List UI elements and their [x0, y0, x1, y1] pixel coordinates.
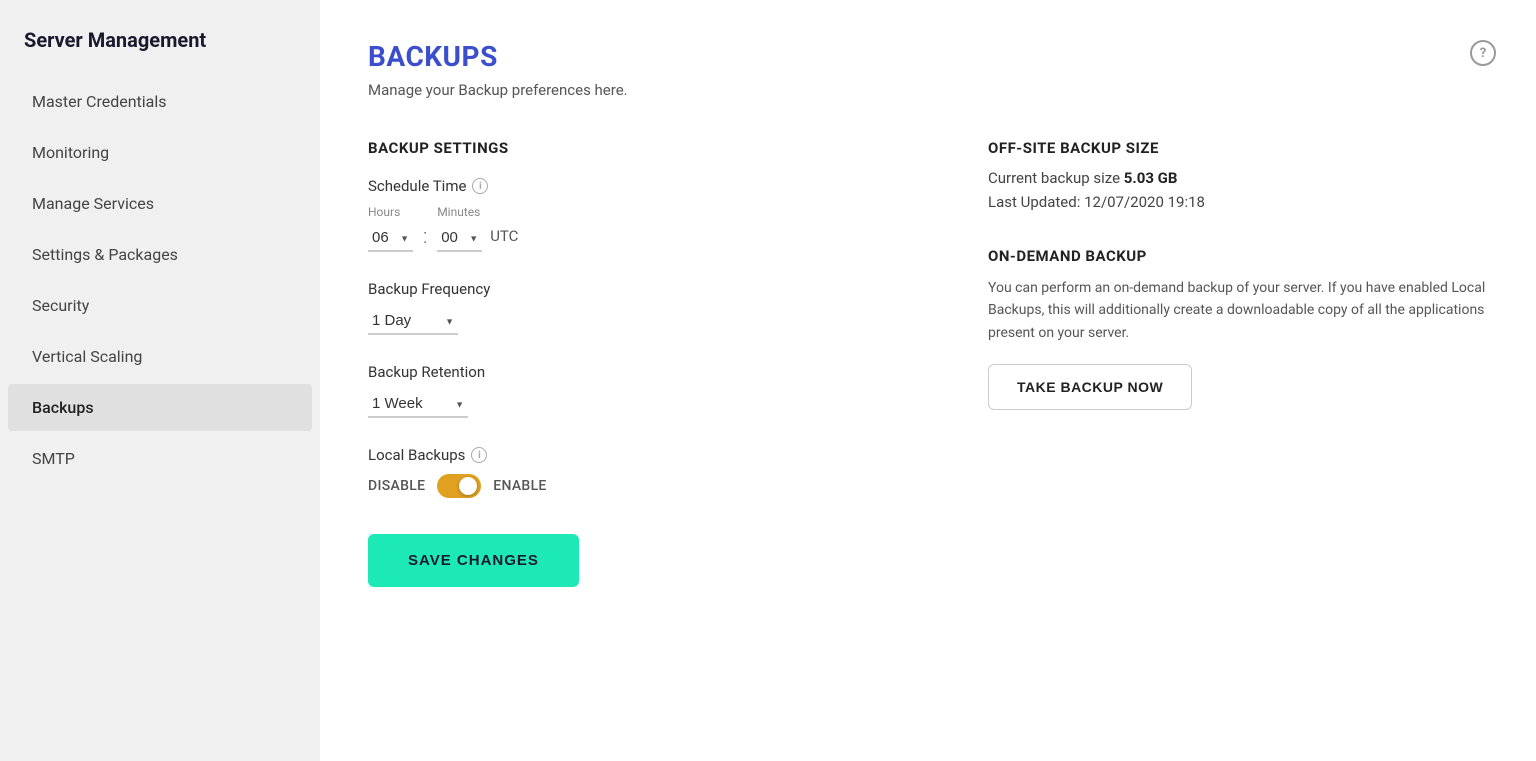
sidebar-item-settings-packages[interactable]: Settings & Packages — [8, 231, 312, 278]
offsite-title: OFF-SITE BACKUP SIZE — [988, 139, 1488, 157]
minutes-group: Minutes 00 15 30 45 — [437, 205, 482, 252]
backup-retention-select[interactable]: 1 Week 2 Weeks 3 Weeks 4 Weeks — [368, 391, 468, 418]
main-content: ? BACKUPS Manage your Backup preferences… — [320, 0, 1536, 761]
page-subtitle: Manage your Backup preferences here. — [368, 81, 1488, 99]
schedule-time-info-icon[interactable]: i — [472, 178, 488, 194]
backup-settings-panel: BACKUP SETTINGS Schedule Time i Hours 00… — [368, 139, 928, 587]
utc-label: UTC — [490, 227, 518, 245]
disable-label: DISABLE — [368, 478, 425, 494]
sidebar-item-security[interactable]: Security — [8, 282, 312, 329]
sidebar-item-manage-services[interactable]: Manage Services — [8, 180, 312, 227]
time-separator: : — [423, 224, 427, 248]
toggle-track — [437, 474, 481, 498]
ondemand-title: ON-DEMAND BACKUP — [988, 247, 1488, 265]
sidebar-item-monitoring[interactable]: Monitoring — [8, 129, 312, 176]
backup-retention-section: Backup Retention 1 Week 2 Weeks 3 Weeks … — [368, 363, 928, 418]
local-backups-toggle-row: DISABLE ENABLE — [368, 474, 928, 498]
backup-frequency-select[interactable]: 1 Day 2 Days 3 Days 7 Days — [368, 308, 458, 335]
help-icon[interactable]: ? — [1470, 40, 1496, 66]
backup-settings-heading: BACKUP SETTINGS — [368, 139, 928, 157]
right-panel: OFF-SITE BACKUP SIZE Current backup size… — [988, 139, 1488, 587]
backup-retention-select-wrapper: 1 Week 2 Weeks 3 Weeks 4 Weeks — [368, 391, 468, 418]
page-title: BACKUPS — [368, 40, 1488, 73]
sidebar-item-backups[interactable]: Backups — [8, 384, 312, 431]
schedule-time-label: Schedule Time i — [368, 177, 928, 195]
minutes-select[interactable]: 00 15 30 45 — [437, 225, 482, 252]
backup-size-value: 5.03 GB — [1124, 169, 1178, 187]
hours-group: Hours 00 01 02 03 04 05 06 07 08 09 — [368, 205, 413, 252]
backup-retention-label: Backup Retention — [368, 363, 928, 381]
local-backups-toggle[interactable] — [437, 474, 481, 498]
last-updated: Last Updated: 12/07/2020 19:18 — [988, 193, 1488, 211]
save-changes-button[interactable]: SAVE CHANGES — [368, 534, 579, 587]
sidebar-item-master-credentials[interactable]: Master Credentials — [8, 78, 312, 125]
local-backups-label: Local Backups i — [368, 446, 928, 464]
ondemand-description: You can perform an on-demand backup of y… — [988, 277, 1488, 344]
current-backup-size: Current backup size 5.03 GB — [988, 169, 1488, 187]
app-title: Server Management — [0, 28, 320, 76]
minutes-label: Minutes — [437, 205, 482, 219]
hours-select[interactable]: 00 01 02 03 04 05 06 07 08 09 10 11 — [368, 225, 413, 252]
backup-frequency-section: Backup Frequency 1 Day 2 Days 3 Days 7 D… — [368, 280, 928, 335]
sidebar: Server Management Master Credentials Mon… — [0, 0, 320, 761]
sidebar-item-vertical-scaling[interactable]: Vertical Scaling — [8, 333, 312, 380]
offsite-backup-section: OFF-SITE BACKUP SIZE Current backup size… — [988, 139, 1488, 211]
backup-frequency-label: Backup Frequency — [368, 280, 928, 298]
sidebar-item-smtp[interactable]: SMTP — [8, 435, 312, 482]
take-backup-now-button[interactable]: TAKE BACKUP NOW — [988, 364, 1192, 410]
minutes-select-wrapper: 00 15 30 45 — [437, 225, 482, 252]
schedule-time-row: Hours 00 01 02 03 04 05 06 07 08 09 — [368, 205, 928, 252]
toggle-thumb — [459, 477, 477, 495]
enable-label: ENABLE — [493, 478, 546, 494]
hours-label: Hours — [368, 205, 413, 219]
ondemand-backup-section: ON-DEMAND BACKUP You can perform an on-d… — [988, 247, 1488, 410]
local-backups-info-icon[interactable]: i — [471, 447, 487, 463]
hours-select-wrapper: 00 01 02 03 04 05 06 07 08 09 10 11 — [368, 225, 413, 252]
backup-frequency-select-wrapper: 1 Day 2 Days 3 Days 7 Days — [368, 308, 458, 335]
